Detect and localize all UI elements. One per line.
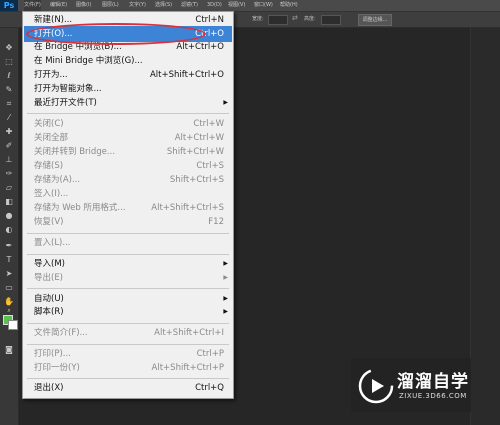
menu-file[interactable]: 文件(F) [24,0,41,11]
menu-separator [27,378,229,379]
menu-window[interactable]: 窗口(W) [254,0,273,11]
menu-item-shortcut: F12 [208,217,224,227]
clone-stamp-tool-icon[interactable]: ⊥ [3,154,15,165]
watermark-subtitle: ZIXUE.3D66.COM [399,392,467,400]
menu-help[interactable]: 帮助(H) [280,0,298,11]
pen-tool-icon[interactable]: ✒ [3,240,15,251]
menu-item-shortcut: Alt+Shift+Ctrl+P [151,363,224,373]
adjust-edge-button[interactable]: 调整边缘... [358,14,392,26]
menu-layer[interactable]: 图层(L) [102,0,119,11]
submenu-arrow-icon: ▶ [223,308,228,315]
brush-tool-icon[interactable]: ✐ [3,140,15,151]
menu-item-label: 脚本(R) [34,307,64,317]
file-menu-dropdown: 新建(N)... Ctrl+N 打开(O)... Ctrl+O 在 Bridge… [22,11,234,399]
menu-item-place[interactable]: 置入(L)... [24,235,232,251]
menu-separator [27,323,229,324]
menu-image[interactable]: 图像(I) [76,0,91,11]
menu-item-label: 文件简介(F)... [34,328,88,338]
menu-3d[interactable]: 3D(D) [207,0,222,11]
quick-mask-icon[interactable]: ◙ [3,344,15,355]
submenu-arrow-icon: ▶ [223,99,228,106]
menu-view[interactable]: 视图(V) [228,0,245,11]
gradient-tool-icon[interactable]: ◧ [3,196,15,207]
menu-item-shortcut: Alt+Shift+Ctrl+I [154,328,224,338]
menu-separator [27,113,229,114]
height-field[interactable] [321,15,341,25]
photoshop-logo: Ps [0,0,18,11]
menu-separator [27,344,229,345]
menu-select[interactable]: 选择(S) [155,0,172,11]
background-color-swatch[interactable] [8,320,18,330]
crop-tool-icon[interactable]: ⌗ [3,98,15,109]
eraser-tool-icon[interactable]: ▱ [3,182,15,193]
tools-panel: ✥ ⬚ ℓ ✎ ⌗ ⁄ ✚ ✐ ⊥ ✑ ▱ ◧ ● ◐ ✒ T ➤ ▭ ✋ ⌕ … [0,28,19,425]
menu-item-label: 最近打开文件(T) [34,98,97,108]
menu-separator [27,288,229,289]
submenu-arrow-icon: ▶ [223,274,228,281]
menu-item-exit[interactable]: 退出(X) Ctrl+Q [24,380,232,396]
menu-item-label: 恢复(V) [34,217,64,227]
menu-item-revert[interactable]: 恢复(V) F12 [24,214,232,230]
menu-item-print-one-copy[interactable]: 打印一份(Y) Alt+Shift+Ctrl+P [24,360,232,376]
move-tool-icon[interactable]: ✥ [3,42,15,53]
history-brush-tool-icon[interactable]: ✑ [3,168,15,179]
width-label: 宽度: [252,16,264,22]
height-label: 高度: [304,16,316,22]
menu-item-recent-files[interactable]: 最近打开文件(T) ▶ [24,95,232,111]
width-field[interactable] [268,15,288,25]
marquee-tool-icon[interactable]: ⬚ [3,56,15,67]
menu-filter[interactable]: 滤镜(T) [181,0,198,11]
menu-item-file-info[interactable]: 文件简介(F)... Alt+Shift+Ctrl+I [24,325,232,341]
path-select-tool-icon[interactable]: ➤ [3,268,15,279]
right-panel-strip [470,28,500,425]
shape-tool-icon[interactable]: ▭ [3,282,15,293]
watermark-title: 溜溜自学 [397,372,469,392]
blur-tool-icon[interactable]: ● [3,210,15,221]
healing-brush-tool-icon[interactable]: ✚ [3,126,15,137]
menu-type[interactable]: 文字(Y) [129,0,146,11]
quick-select-tool-icon[interactable]: ✎ [3,84,15,95]
menu-item-shortcut: Ctrl+Q [195,383,224,393]
zoom-tool-icon[interactable]: ⌕ [3,308,15,314]
hand-tool-icon[interactable]: ✋ [3,296,15,307]
type-tool-icon[interactable]: T [3,254,15,265]
dodge-tool-icon[interactable]: ◐ [3,224,15,235]
menu-item-label: 置入(L)... [34,238,71,248]
menu-item-label: 打印一份(Y) [34,363,80,373]
swap-icon[interactable]: ⇄ [292,14,298,22]
eyedropper-tool-icon[interactable]: ⁄ [3,112,15,123]
menu-separator [27,254,229,255]
menu-edit[interactable]: 编辑(E) [50,0,67,11]
menu-item-label: 导出(E) [34,273,64,283]
menu-item-label: 退出(X) [34,383,64,393]
play-logo-icon [358,368,394,404]
menu-item-export[interactable]: 导出(E) ▶ [24,270,232,286]
menu-separator [27,233,229,234]
menu-item-scripts[interactable]: 脚本(R) ▶ [24,304,232,320]
lasso-tool-icon[interactable]: ℓ [3,70,15,81]
site-watermark: 溜溜自学 ZIXUE.3D66.COM [351,358,471,412]
